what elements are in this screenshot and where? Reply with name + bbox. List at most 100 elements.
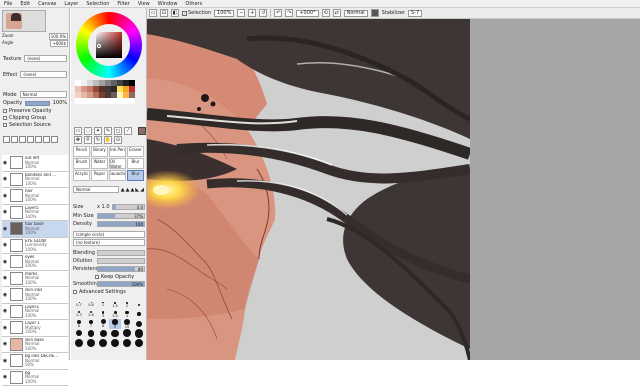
visibility-eye-icon[interactable]: ◉ [2,288,8,302]
layer-row[interactable]: ◉marksNormal100% [2,271,68,288]
stabilizer-select[interactable]: S-7 [408,10,422,17]
rotate-reset-button[interactable]: ⟲ [322,9,330,17]
layer-row[interactable]: ◉bgNormal100% [2,370,68,386]
menu-layer[interactable]: Layer [64,1,78,7]
zoom-reset-button[interactable]: ↺ [259,9,267,17]
zoom-field[interactable]: 100% [214,10,234,17]
brush-size-preset[interactable] [73,338,85,348]
menu-filter[interactable]: Filter [117,1,129,7]
brush-size-preset[interactable]: 7 [85,319,97,329]
zoom-out-button[interactable]: − [237,9,245,17]
blending-slider[interactable] [97,250,145,256]
visibility-eye-icon[interactable]: ◉ [2,370,8,384]
clipping-group-check[interactable]: Clipping Group [3,115,67,121]
brush-size-preset[interactable] [97,329,109,339]
brush-size-preset[interactable] [133,300,145,310]
menu-view[interactable]: View [138,1,150,7]
layer-row[interactable]: ◉Layer5Normal100% [2,205,68,222]
brush-size-preset[interactable]: 3 [97,310,109,320]
brush-size-preset[interactable]: 6 [73,319,85,329]
layer-row[interactable]: ◉eyesNormal100% [2,254,68,271]
hand-icon[interactable]: ✋ [104,136,112,144]
zoom-in-button[interactable]: + [248,9,256,17]
brush-size-preset[interactable] [109,338,121,348]
brush-tool-button[interactable]: Water [91,158,108,169]
mode-field[interactable]: Normal [344,10,368,17]
brush-size-preset[interactable] [73,329,85,339]
visibility-eye-icon[interactable]: ◉ [2,205,8,219]
brush-size-preset[interactable] [97,338,109,348]
visibility-eye-icon[interactable]: ◉ [2,354,8,368]
brush-size-preset[interactable]: 3.5 [109,310,121,320]
magic-wand-icon[interactable]: ✦ [94,127,102,135]
visibility-eye-icon[interactable]: ◉ [2,189,8,203]
brush-size-preset[interactable] [133,319,145,329]
delete-layer-button[interactable] [51,136,58,143]
clear-layer-button[interactable] [43,136,50,143]
visibility-eye-icon[interactable]: ◉ [2,156,8,170]
brush-size-preset[interactable]: 8 [97,319,109,329]
visibility-eye-icon[interactable]: ◉ [2,271,8,285]
brush-tool-button[interactable]: Binary [91,146,108,157]
drawing-canvas[interactable] [147,19,470,360]
brush-size-preset[interactable] [133,329,145,339]
layer-row[interactable]: ◉out leftNormal100% [2,155,68,172]
brush-tool-button[interactable]: Oil Water [109,158,126,169]
move-icon[interactable]: ✥ [74,136,82,144]
menu-file[interactable]: File [4,1,12,7]
selection-source-check[interactable]: Selection Source [3,122,67,128]
picker-icon[interactable]: ⊙ [114,136,122,144]
rotate-icon[interactable]: ↻ [94,136,102,144]
pen-select-icon[interactable]: ✎ [104,127,112,135]
visibility-eye-icon[interactable]: ◉ [2,304,8,318]
brush-size-preset[interactable]: 10 [121,319,133,329]
brush-size-preset[interactable]: 0.7 [73,300,85,310]
brush-shape-select[interactable]: (simple circle) [73,231,145,238]
menu-others[interactable]: Others [185,1,202,7]
brush-size-preset[interactable] [109,329,121,339]
layer-row[interactable]: ◉skin baseNormal100% [2,337,68,354]
min-size-slider[interactable]: 37% [97,213,145,219]
layer-mode-select[interactable]: Normal [20,91,67,98]
visibility-eye-icon[interactable]: ◉ [2,321,8,335]
selection-toggle[interactable]: ✓Selection [182,10,211,16]
rotate-right-button[interactable]: ↷ [285,9,293,17]
brush-size-preset[interactable]: 9 [109,319,121,329]
navigator-angle-value[interactable]: +000$ [50,40,68,47]
keep-opacity-check[interactable]: Keep Opacity [73,274,145,280]
brush-tool-button[interactable]: Acrylic [73,170,90,181]
layer-row[interactable]: ◉hairNormal100% [2,188,68,205]
dilution-slider[interactable] [97,258,145,264]
layer-row[interactable]: ◉Layer3Normal100% [2,304,68,321]
brush-tool-button[interactable]: Pencil [73,146,90,157]
visibility-eye-icon[interactable]: ◉ [2,172,8,186]
menu-canvas[interactable]: Canvas [38,1,56,7]
layer-row[interactable]: ◉skin inksNormal100% [2,287,68,304]
menu-edit[interactable]: Edit [20,1,30,7]
new-folder-button[interactable] [19,136,26,143]
layer-row[interactable]: ◉bg inks DECRE...Normal50% [2,353,68,370]
new-linework-layer-button[interactable] [11,136,18,143]
brush-size-preset[interactable] [133,338,145,348]
layer-row[interactable]: ◉hair baseNormal100% [2,221,68,238]
texture-select[interactable]: (none) [24,55,67,62]
brush-tool-button[interactable]: Blur [127,170,144,181]
visibility-eye-icon[interactable]: ◉ [2,255,8,269]
new-layer-button[interactable] [3,136,10,143]
size-slider[interactable]: 4.0 [112,204,146,210]
navigator-zoom-value[interactable]: 100.0% [49,33,68,40]
visibility-eye-icon[interactable]: ◉ [2,222,8,236]
brush-size-preset[interactable]: 2.3 [73,310,85,320]
brush-tool-button[interactable]: Brush [73,158,90,169]
brush-size-preset[interactable] [85,329,97,339]
rotation-field[interactable]: +000° [296,10,318,17]
menu-window[interactable]: Window [158,1,178,7]
smoothing-slider[interactable]: 100% [97,281,145,287]
flip-button[interactable]: ⇄ [333,9,341,17]
brush-size-preset[interactable]: 4 [121,310,133,320]
opacity-slider[interactable] [25,101,49,106]
brush-tool-button[interactable]: Eraser [127,146,144,157]
brush-size-preset[interactable] [85,338,97,348]
size-multiplier[interactable]: x 1.0 [97,204,110,210]
visibility-eye-icon[interactable]: ◉ [2,238,8,252]
